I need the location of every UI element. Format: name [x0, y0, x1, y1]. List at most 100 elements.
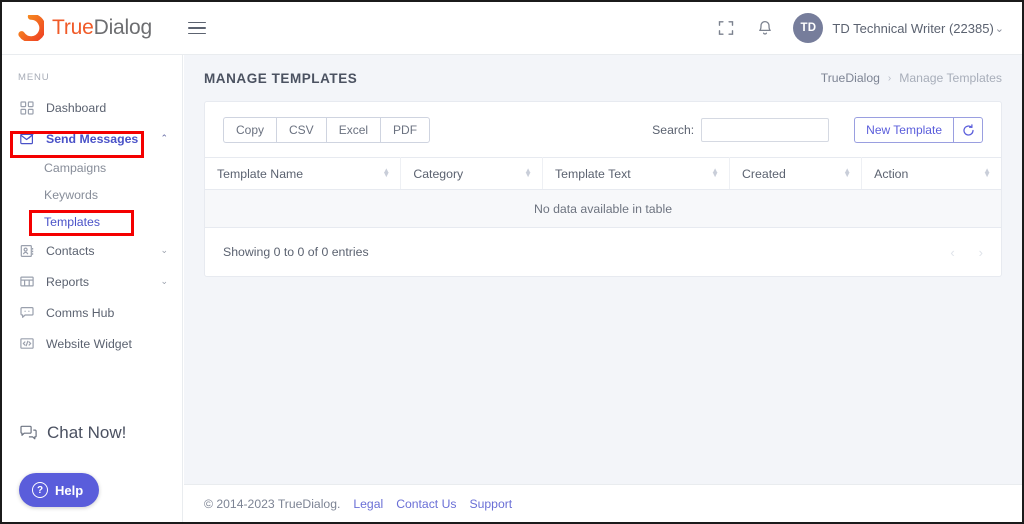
templates-table: Template Name ▲ ▼ Category ▲ ▼ Template Te…	[205, 157, 1001, 228]
chevron-down-icon: ⌄	[160, 276, 168, 286]
chat-now-button[interactable]: Chat Now!	[19, 423, 182, 443]
sidebar: MENU Dashboard Send Messages ⌃ Campaigns…	[2, 55, 183, 522]
hamburger-bar	[187, 27, 206, 29]
entries-count-label: Showing 0 to 0 of 0 entries	[223, 245, 369, 259]
csv-button[interactable]: CSV	[276, 117, 326, 143]
footer-link-legal[interactable]: Legal	[353, 497, 383, 511]
sidebar-item-label: Website Widget	[46, 336, 132, 351]
sidebar-item-website-widget[interactable]: Website Widget	[2, 328, 182, 359]
footer-link-contact-us[interactable]: Contact Us	[396, 497, 456, 511]
table-header-row: Template Name ▲ ▼ Category ▲ ▼ Template Te…	[205, 157, 1001, 190]
breadcrumb-root[interactable]: TrueDialog	[821, 71, 880, 85]
copy-button[interactable]: Copy	[223, 117, 277, 143]
sidebar-item-contacts[interactable]: Contacts ⌄	[2, 235, 182, 266]
help-button-label: Help	[55, 482, 84, 498]
breadcrumb-separator-icon: ›	[887, 72, 892, 84]
sidebar-subitem-templates[interactable]: Templates	[2, 208, 182, 235]
contacts-card-icon	[19, 243, 35, 259]
breadcrumb-current: Manage Templates	[899, 71, 1002, 85]
templates-card: Copy CSV Excel PDF Search: New Template	[204, 101, 1002, 277]
column-label: Action	[874, 166, 909, 181]
sidebar-subitem-keywords[interactable]: Keywords	[2, 181, 182, 208]
new-template-group: New Template	[854, 117, 983, 143]
chat-bubbles-icon	[19, 424, 37, 442]
copyright-text: © 2014-2023 TrueDialog.	[204, 496, 341, 511]
chat-now-label: Chat Now!	[47, 423, 127, 442]
bell-icon[interactable]	[754, 17, 776, 39]
footer-link-support[interactable]: Support	[469, 497, 512, 511]
excel-button[interactable]: Excel	[325, 117, 381, 143]
column-header-action[interactable]: Action ▲ ▼	[861, 157, 1001, 190]
new-template-button[interactable]: New Template	[854, 117, 953, 143]
search-area: Search: New Template	[652, 117, 983, 143]
dashboard-grid-icon	[19, 100, 35, 116]
reports-table-icon	[19, 274, 35, 290]
sidebar-item-comms-hub[interactable]: Comms Hub	[2, 297, 182, 328]
search-input[interactable]	[701, 118, 830, 142]
table-toolbar: Copy CSV Excel PDF Search: New Template	[205, 102, 1001, 143]
main-content: MANAGE TEMPLATES TrueDialog › Manage Tem…	[184, 55, 1022, 522]
sidebar-subitem-label: Templates	[44, 214, 101, 229]
truedialog-ring-logo-icon	[18, 13, 46, 43]
column-label: Created	[742, 166, 786, 181]
table-head: Template Name ▲ ▼ Category ▲ ▼ Template Te…	[205, 157, 1001, 190]
logo-text-true: True	[52, 16, 94, 39]
column-label: Template Text	[555, 166, 631, 181]
header-actions: TD TD Technical Writer (22385) ⌄	[715, 13, 1004, 43]
avatar: TD	[793, 13, 824, 43]
brand-logo-text: TrueDialog	[52, 16, 152, 40]
page-header: MANAGE TEMPLATES TrueDialog › Manage Tem…	[184, 55, 1022, 101]
pagination: ‹ ›	[950, 245, 983, 260]
search-label: Search:	[652, 123, 695, 137]
table-footer: Showing 0 to 0 of 0 entries ‹ ›	[205, 228, 1001, 276]
column-header-created[interactable]: Created ▲ ▼	[729, 157, 863, 190]
sidebar-section-label: MENU	[18, 72, 50, 83]
app-footer: © 2014-2023 TrueDialog. Legal Contact Us…	[184, 484, 1022, 522]
table-body: No data available in table	[205, 189, 1001, 228]
user-name-label: TD Technical Writer (22385)	[832, 20, 994, 36]
column-header-template-name[interactable]: Template Name ▲ ▼	[205, 157, 402, 190]
breadcrumb: TrueDialog › Manage Templates	[821, 71, 1002, 85]
pdf-button[interactable]: PDF	[380, 117, 431, 143]
page-title: MANAGE TEMPLATES	[204, 70, 358, 86]
app-header: TrueDialog TD TD Technical Writer (22385…	[2, 2, 1022, 55]
chevron-down-icon: ⌄	[994, 22, 1004, 35]
website-widget-code-icon	[19, 336, 35, 352]
chevron-down-icon: ⌄	[160, 245, 168, 255]
user-menu[interactable]: TD TD Technical Writer (22385) ⌄	[793, 13, 1004, 43]
sidebar-item-label: Contacts	[46, 243, 95, 258]
sidebar-item-dashboard[interactable]: Dashboard	[2, 92, 182, 123]
chevron-up-icon: ⌃	[160, 133, 168, 143]
column-header-category[interactable]: Category ▲ ▼	[400, 157, 543, 190]
hamburger-icon[interactable]	[187, 18, 208, 38]
logo-text-dialog: Dialog	[93, 16, 153, 39]
sidebar-subitem-campaigns[interactable]: Campaigns	[2, 154, 182, 181]
sidebar-subitem-label: Campaigns	[44, 160, 107, 175]
help-button[interactable]: ? Help	[19, 473, 100, 507]
hamburger-bar	[187, 21, 206, 24]
sidebar-item-label: Send Messages	[46, 131, 139, 146]
sidebar-item-label: Dashboard	[46, 100, 107, 115]
chevron-right-icon[interactable]: ›	[979, 245, 983, 260]
chevron-left-icon[interactable]: ‹	[950, 245, 954, 260]
sort-updown-icon: ▲ ▼	[843, 165, 852, 180]
fullscreen-icon[interactable]	[715, 17, 737, 39]
refresh-circle-icon[interactable]	[953, 117, 983, 143]
empty-table-message: No data available in table	[205, 189, 1001, 228]
column-header-template-text[interactable]: Template Text ▲ ▼	[542, 157, 731, 190]
truedialog-app-window: TrueDialog TD TD Technical Writer (22385…	[0, 0, 1024, 524]
sort-updown-icon: ▲ ▼	[524, 165, 532, 180]
sidebar-item-send-messages[interactable]: Send Messages ⌃	[2, 123, 182, 154]
sort-updown-icon: ▲ ▼	[711, 165, 720, 180]
sort-updown-icon: ▲ ▼	[382, 165, 391, 180]
export-button-group: Copy CSV Excel PDF	[223, 117, 431, 143]
hamburger-bar	[187, 32, 206, 35]
sidebar-subitem-label: Keywords	[44, 187, 98, 202]
column-label: Category	[413, 166, 464, 181]
sort-updown-icon: ▲ ▼	[983, 165, 991, 180]
column-label: Template Name	[217, 166, 304, 181]
sidebar-item-reports[interactable]: Reports ⌄	[2, 266, 182, 297]
table-empty-row: No data available in table	[205, 189, 1001, 228]
brand-logo[interactable]: TrueDialog	[18, 13, 152, 43]
sidebar-item-label: Comms Hub	[46, 305, 115, 320]
